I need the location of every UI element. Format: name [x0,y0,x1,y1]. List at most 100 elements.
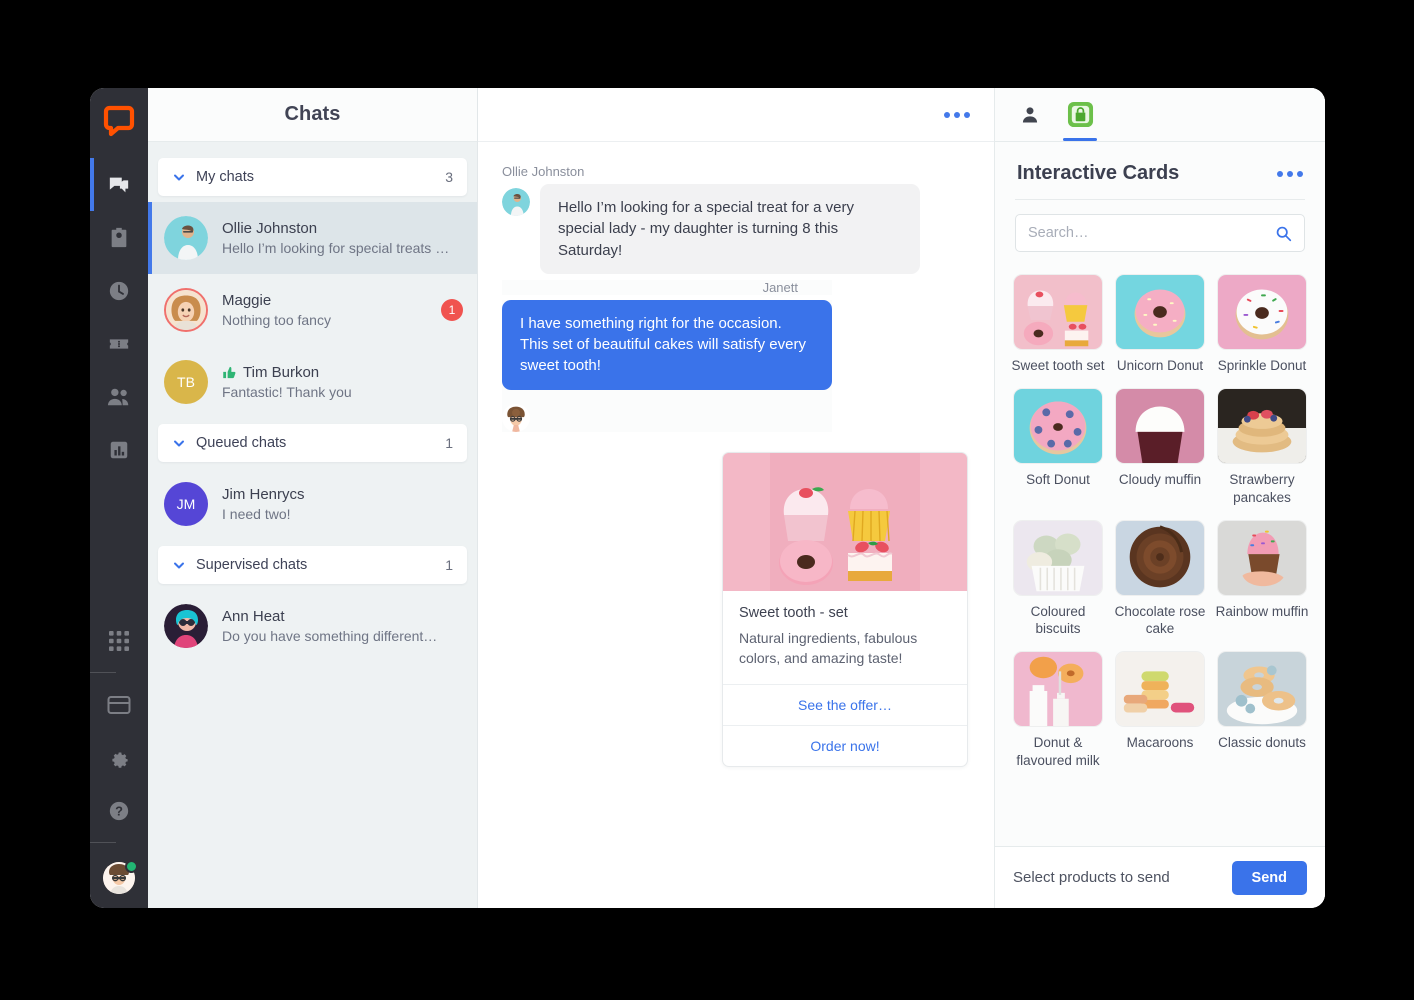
chat-row-maggie[interactable]: Maggie Nothing too fancy 1 [148,274,477,346]
rail-divider-2 [90,842,116,843]
more-options-icon[interactable] [944,111,970,118]
agent-avatar-wrap[interactable] [90,848,148,908]
conversation-panel: Ollie Johnston Hello I’m looking for a s… [478,88,995,908]
rail-item-billing[interactable] [90,678,148,731]
search-input[interactable] [1028,225,1275,241]
rich-card-description: Natural ingredients, fabulous colors, an… [739,629,918,667]
rail-divider [90,672,116,673]
unread-badge: 1 [441,299,463,321]
chevron-down-icon [172,436,186,450]
chat-snippet: I need two! [222,506,291,522]
product-label: Cloudy muffin [1118,472,1202,488]
product-card-classic-donuts[interactable]: Classic donuts [1213,651,1311,769]
livechat-logo[interactable] [100,102,138,140]
message-bubble: Hello I’m looking for a special treat fo… [540,184,920,274]
avatar [502,403,530,432]
page-title: Chats [284,103,341,125]
group-label: Queued chats [196,435,287,451]
rail-item-team[interactable] [90,370,148,423]
clock-history-icon [108,280,130,302]
right-panel-title: Interactive Cards [1017,162,1180,184]
message-author: Janett [502,279,832,295]
rail-item-chats[interactable] [90,158,148,211]
chat-row-ollie-johnston[interactable]: Ollie Johnston Hello I’m looking for spe… [148,202,477,274]
product-thumbnail [1115,651,1205,728]
product-thumbnail [1217,651,1307,728]
chat-row-ann-heat[interactable]: Ann Heat Do you have something different… [148,590,477,662]
product-thumbnail [1217,388,1307,465]
see-the-offer-button[interactable]: See the offer… [723,684,967,725]
chat-name: Ann Heat [222,608,463,625]
rail-item-apps[interactable] [90,614,148,667]
order-now-button[interactable]: Order now! [723,725,967,766]
avatar [502,188,530,216]
product-thumbnail [1013,388,1103,465]
rich-product-card[interactable]: Sweet tooth - set Natural ingredients, f… [722,451,968,768]
send-button[interactable]: Send [1231,860,1307,895]
group-header-supervised-chats[interactable]: Supervised chats 1 [158,546,467,584]
chat-meta: Ollie Johnston Hello I’m looking for spe… [222,220,463,256]
product-label: Unicorn Donut [1116,358,1204,373]
group-label: My chats [196,169,255,185]
product-card-coloured-biscuits[interactable]: Coloured biscuits [1009,519,1107,638]
rail-item-help[interactable]: ? [90,784,148,837]
conversation-messages: Ollie Johnston Hello I’m looking for a s… [478,142,994,908]
message-bubble: I have something right for the occasion.… [502,299,832,390]
billing-card-icon [107,695,131,715]
product-card-sprinkle-donut[interactable]: Sprinkle Donut [1213,274,1311,374]
search-icon[interactable] [1275,225,1292,242]
chat-name: Jim Henrycs [222,486,463,503]
rail-item-tickets[interactable] [90,317,148,370]
product-card-strawberry-pancakes[interactable]: Strawberry pancakes [1213,388,1311,506]
product-card-rainbow-muffin[interactable]: Rainbow muffin [1213,519,1311,638]
product-card-donut-flavoured-milk[interactable]: Donut & flavoured milk [1009,651,1107,769]
avatar: JM [164,482,208,526]
avatar-initials: JM [176,496,196,512]
search-box[interactable] [1015,214,1305,252]
product-thumbnail [1013,651,1103,728]
product-card-cloudy-muffin[interactable]: Cloudy muffin [1111,388,1209,506]
more-options-icon[interactable] [1277,170,1303,177]
group-count: 1 [445,435,453,451]
product-card-macaroons[interactable]: Macaroons [1111,651,1209,769]
chat-list-body[interactable]: My chats 3 Ollie Johnston Hello I’m look… [148,142,477,908]
chat-name-text: Ollie Johnston [222,220,318,237]
product-label: Strawberry pancakes [1229,472,1295,505]
group-header-queued-chats[interactable]: Queued chats 1 [158,424,467,462]
product-card-soft-donut[interactable]: Soft Donut [1009,388,1107,506]
product-thumbnail [1115,388,1205,465]
product-card-sweet-tooth-set[interactable]: Sweet tooth set [1009,274,1107,374]
chat-name: Ollie Johnston [222,220,463,237]
chat-name-text: Jim Henrycs [222,486,305,503]
product-label: Classic donuts [1218,735,1306,751]
product-label: Rainbow muffin [1215,603,1309,619]
product-card-chocolate-rose-cake[interactable]: Chocolate rose cake [1111,519,1209,638]
chat-meta: Tim Burkon Fantastic! Thank you [222,364,463,400]
product-thumbnail [1013,519,1103,596]
product-thumbnail [1217,519,1307,596]
ticket-icon [108,333,130,355]
chevron-down-icon [172,170,186,184]
chat-row-tim-burkon[interactable]: TB Tim Burkon Fantastic! Thank you [148,346,477,418]
chat-snippet: Hello I’m looking for special treats … [222,240,450,256]
chat-name: Tim Burkon [222,364,463,381]
group-header-my-chats[interactable]: My chats 3 [158,158,467,196]
tab-interactive-cards[interactable] [1057,88,1103,141]
chat-row-jim-henrycs[interactable]: JM Jim Henrycs I need two! [148,468,477,540]
conversation-header [478,88,994,142]
rich-card-title: Sweet tooth - set [739,604,848,621]
rail-item-reports[interactable] [90,423,148,476]
online-status-dot [125,860,138,873]
product-thumbnail [1115,519,1205,596]
rail-item-archives[interactable] [90,264,148,317]
message-line: Hello I’m looking for a special treat fo… [502,184,962,274]
footer-hint-text: Select products to send [1013,869,1170,886]
chat-list-panel: Chats My chats 3 Ollie Johnston Hello I’… [148,88,478,908]
product-label: Sweet tooth set [1011,358,1105,373]
rail-item-engage[interactable] [90,211,148,264]
product-card-unicorn-donut[interactable]: Unicorn Donut [1111,274,1209,374]
product-label: Soft Donut [1026,472,1090,488]
tab-customer-details[interactable] [1007,88,1053,141]
rail-primary-items [90,158,148,476]
rail-item-settings[interactable] [90,731,148,784]
